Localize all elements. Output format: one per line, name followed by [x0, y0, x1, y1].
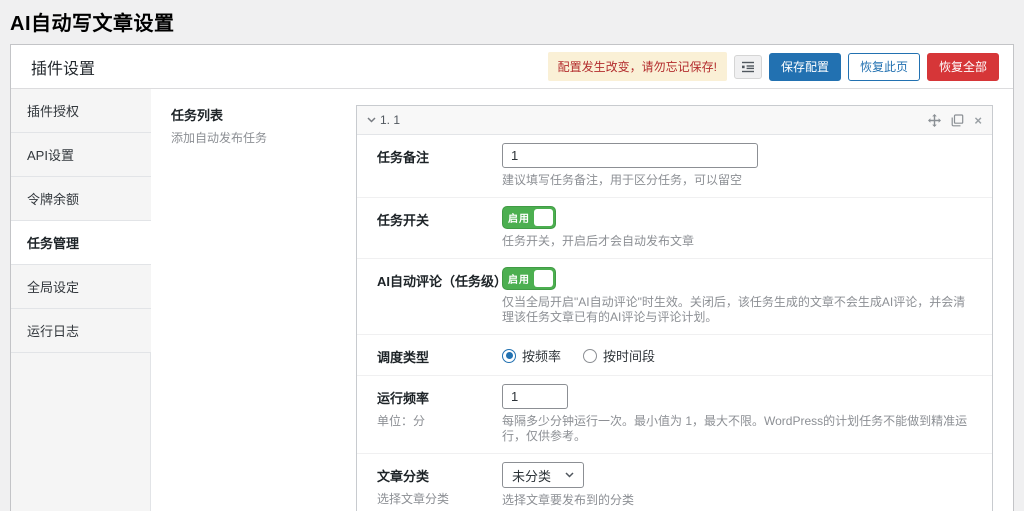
run-frequency-unit: 单位：分 — [377, 412, 502, 429]
section-title: 任务列表 — [171, 105, 336, 124]
toggle-panels-button[interactable] — [734, 55, 762, 79]
run-frequency-input[interactable] — [502, 384, 568, 409]
settings-sidebar: 插件授权 API设置 令牌余额 任务管理 全局设定 运行日志 — [11, 89, 151, 511]
sidebar-item-run-log[interactable]: 运行日志 — [11, 309, 151, 353]
sidebar-item-token-balance[interactable]: 令牌余额 — [11, 177, 151, 221]
radio-by-time-period-label: 按时间段 — [603, 346, 655, 365]
task-remark-label: 任务备注 — [377, 147, 502, 166]
radio-unchecked-icon — [583, 349, 597, 363]
row-task-switch: 任务开关 启用 任务开关，开启后才会自动发布文章 — [357, 198, 992, 259]
duplicate-icon[interactable] — [951, 114, 964, 127]
row-task-remark: 任务备注 建议填写任务备注，用于区分任务，可以留空 — [357, 135, 992, 198]
radio-by-time-period[interactable]: 按时间段 — [583, 346, 655, 365]
task-switch-label: 任务开关 — [377, 210, 502, 229]
radio-by-frequency-label: 按频率 — [522, 346, 561, 365]
row-schedule-type: 调度类型 按频率 按时间段 — [357, 335, 992, 376]
task-remark-hint: 建议填写任务备注，用于区分任务，可以留空 — [502, 173, 972, 188]
task-switch-toggle[interactable]: 启用 — [502, 206, 556, 229]
ai-comment-label: AI自动评论（任务级） — [377, 271, 502, 290]
post-category-sublabel: 选择文章分类 — [377, 490, 502, 507]
toggle-knob — [534, 209, 553, 226]
section-intro: 任务列表 添加自动发布任务 — [171, 105, 336, 511]
task-management-content: 任务列表 添加自动发布任务 1. 1 — [151, 89, 1013, 511]
toggle-on-label: 启用 — [505, 210, 534, 225]
task-switch-hint: 任务开关，开启后才会自动发布文章 — [502, 234, 972, 249]
restore-page-button[interactable]: 恢复此页 — [848, 53, 920, 81]
settings-card-body: 插件授权 API设置 令牌余额 任务管理 全局设定 运行日志 任务列表 添加自动… — [11, 89, 1013, 511]
sidebar-item-plugin-license[interactable]: 插件授权 — [11, 89, 151, 133]
page-title: AI自动写文章设置 — [0, 0, 1024, 36]
toggle-on-label: 启用 — [505, 271, 534, 286]
task-remark-input[interactable] — [502, 143, 758, 168]
radio-by-frequency[interactable]: 按频率 — [502, 346, 561, 365]
task-panel-tools: × — [928, 114, 982, 127]
indent-list-icon — [741, 61, 755, 73]
sidebar-item-api-settings[interactable]: API设置 — [11, 133, 151, 177]
ai-comment-hint: 仅当全局开启"AI自动评论"时生效。关闭后，该任务生成的文章不会生成AI评论，并… — [502, 295, 972, 325]
post-category-selected-value: 未分类 — [512, 466, 551, 485]
save-config-button[interactable]: 保存配置 — [769, 53, 841, 81]
radio-checked-icon — [502, 349, 516, 363]
move-icon[interactable] — [928, 114, 941, 127]
collapse-chevron-icon[interactable] — [367, 117, 376, 123]
row-ai-comment: AI自动评论（任务级） 启用 仅当全局开启"AI自动评论"时生效。关闭后，该任务… — [357, 259, 992, 335]
post-category-hint: 选择文章要发布到的分类 — [502, 493, 972, 508]
sidebar-item-task-management[interactable]: 任务管理 — [11, 221, 151, 265]
run-frequency-label: 运行频率 — [377, 388, 502, 407]
settings-panel-title: 插件设置 — [31, 55, 95, 79]
task-item-panel: 1. 1 — [356, 105, 993, 511]
row-post-category: 文章分类 选择文章分类 未分类 选择文章要发布到的分类 — [357, 454, 992, 511]
schedule-type-radios: 按频率 按时间段 — [502, 343, 972, 365]
run-frequency-hint: 每隔多少分钟运行一次。最小值为 1，最大不限。WordPress的计划任务不能做… — [502, 414, 972, 444]
task-panel-header[interactable]: 1. 1 — [357, 106, 992, 135]
unsaved-changes-warning: 配置发生改变，请勿忘记保存! — [548, 52, 727, 81]
schedule-type-label: 调度类型 — [377, 347, 502, 366]
section-subtitle: 添加自动发布任务 — [171, 129, 336, 146]
restore-all-button[interactable]: 恢复全部 — [927, 53, 999, 81]
page-root: AI自动写文章设置 插件设置 配置发生改变，请勿忘记保存! — [0, 0, 1024, 511]
task-panel-title: 1. 1 — [380, 113, 928, 127]
sidebar-item-global-settings[interactable]: 全局设定 — [11, 265, 151, 309]
post-category-select[interactable]: 未分类 — [502, 462, 584, 488]
toggle-knob — [534, 270, 553, 287]
header-actions: 配置发生改变，请勿忘记保存! 保存配置 恢复此页 恢复全部 — [548, 52, 999, 81]
post-category-label: 文章分类 — [377, 466, 502, 485]
ai-comment-toggle[interactable]: 启用 — [502, 267, 556, 290]
chevron-down-icon — [565, 472, 574, 478]
close-icon[interactable]: × — [974, 114, 982, 127]
row-run-frequency: 运行频率 单位：分 每隔多少分钟运行一次。最小值为 1，最大不限。WordPre… — [357, 376, 992, 454]
settings-card: 插件设置 配置发生改变，请勿忘记保存! 保存配置 恢复此 — [10, 44, 1014, 511]
settings-card-header: 插件设置 配置发生改变，请勿忘记保存! 保存配置 恢复此 — [11, 45, 1013, 89]
